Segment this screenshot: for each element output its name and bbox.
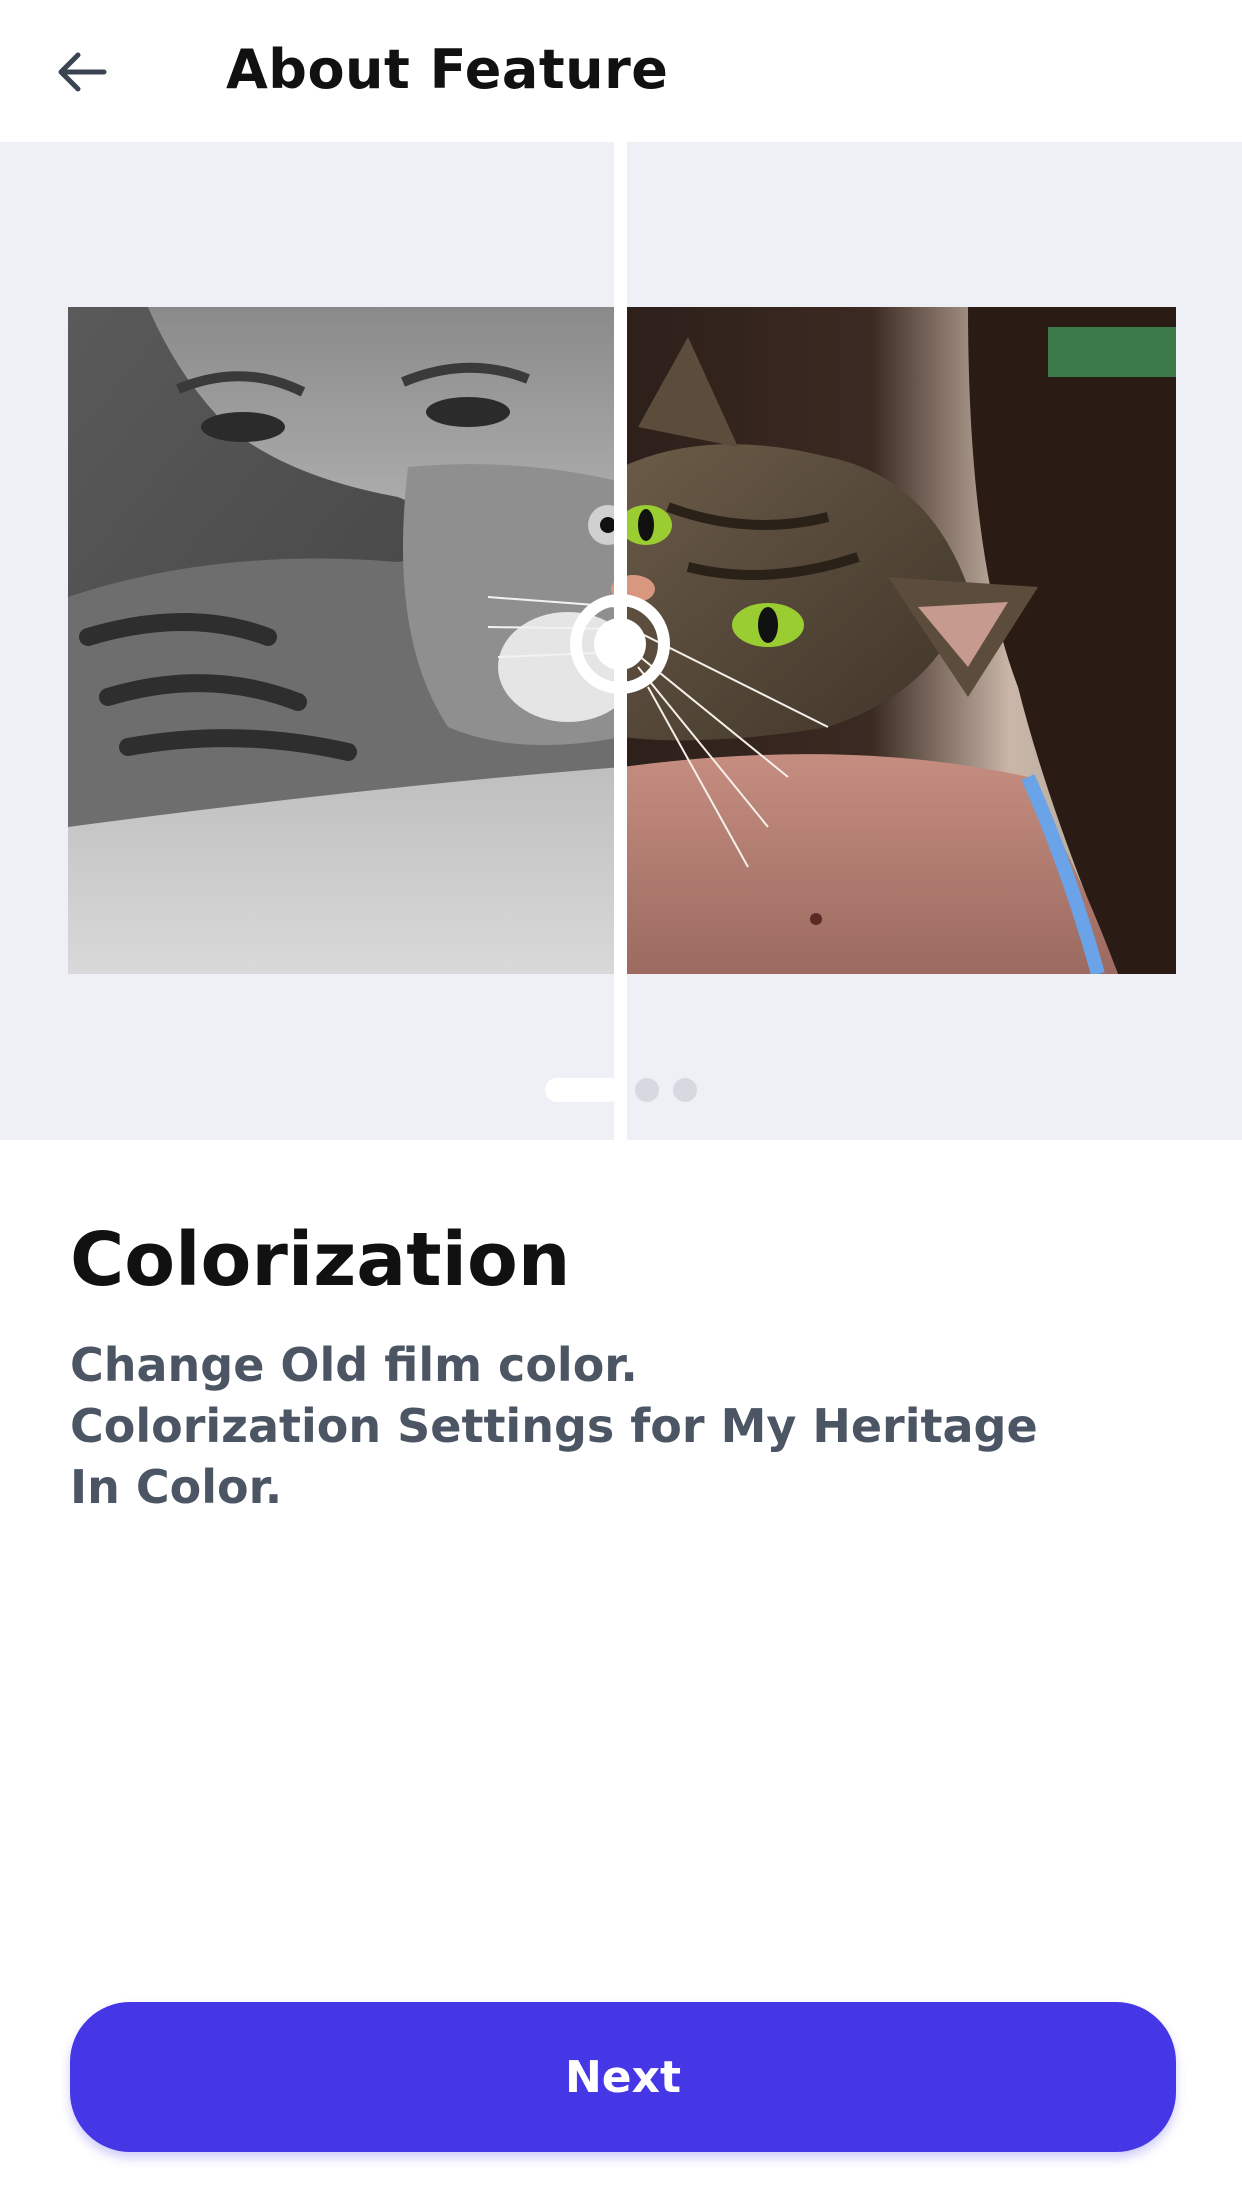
page-title: About Feature xyxy=(226,38,669,101)
next-button[interactable]: Next xyxy=(70,2002,1176,2152)
pagination-dots xyxy=(0,1078,1242,1102)
back-button[interactable] xyxy=(40,30,124,114)
page-dot-2[interactable] xyxy=(635,1078,659,1102)
feature-title: Colorization xyxy=(70,1217,571,1303)
drag-handle-icon xyxy=(570,594,670,694)
feature-description: Change Old film color. Colorization Sett… xyxy=(70,1335,1180,1518)
arrow-left-icon xyxy=(58,52,107,92)
app-header: About Feature xyxy=(0,0,1242,142)
page-dot-3[interactable] xyxy=(673,1078,697,1102)
next-button-label: Next xyxy=(564,2051,682,2103)
description-line: Change Old film color. xyxy=(70,1338,638,1392)
divider-handle[interactable] xyxy=(564,588,676,700)
page-dot-1[interactable] xyxy=(545,1078,621,1102)
description-line: Colorization Settings for My Heritage xyxy=(70,1399,1038,1453)
before-after-preview xyxy=(0,142,1242,1140)
description-line: In Color. xyxy=(70,1460,283,1514)
